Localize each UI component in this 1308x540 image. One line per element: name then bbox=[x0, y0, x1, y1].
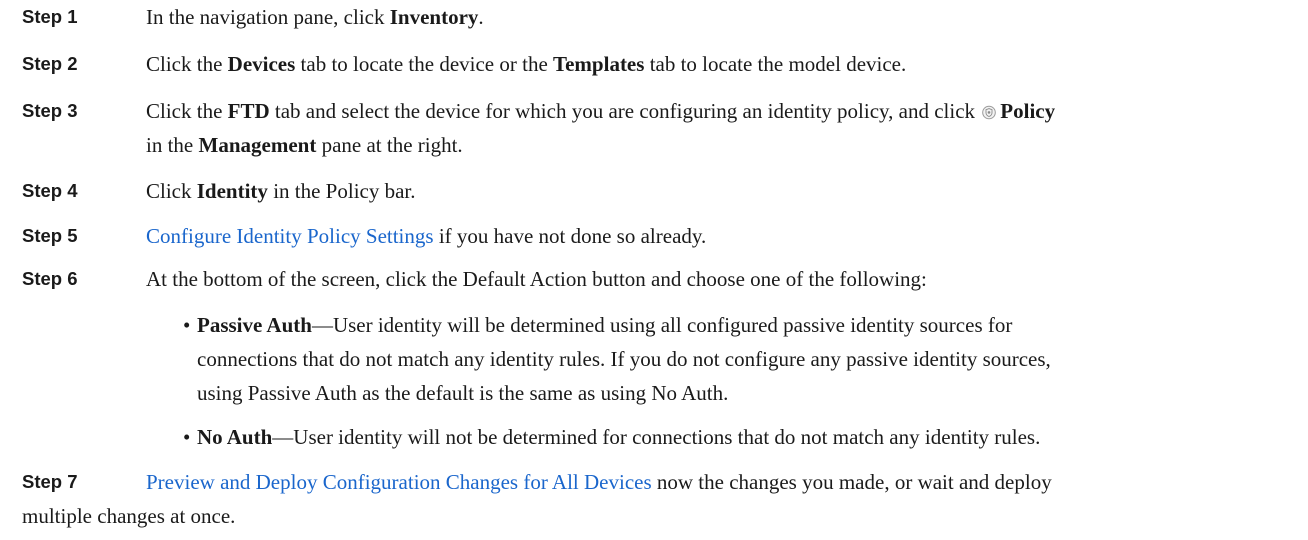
text: At the bottom of the screen, click the D… bbox=[146, 267, 927, 291]
configure-identity-policy-settings-link[interactable]: Configure Identity Policy Settings bbox=[146, 224, 434, 248]
text: connections that do not match any identi… bbox=[197, 347, 1051, 371]
step-7-continuation: multiple changes at once. bbox=[22, 504, 236, 528]
bullet-dot: • bbox=[183, 425, 191, 449]
text: User identity will not be determined for… bbox=[293, 425, 1041, 449]
text: Click the bbox=[146, 99, 228, 123]
text: now the changes you made, or wait and de… bbox=[651, 470, 1052, 494]
text: using Passive Auth as the default is the… bbox=[197, 381, 729, 405]
text: tab to locate the model device. bbox=[644, 52, 907, 76]
text: In the navigation pane, click bbox=[146, 5, 390, 29]
bold-term: Templates bbox=[553, 52, 645, 76]
text: User identity will be determined using a… bbox=[332, 313, 1013, 337]
procedure-page: Step 1 In the navigation pane, click Inv… bbox=[0, 0, 1308, 540]
text: Click bbox=[146, 179, 197, 203]
step-label: Step 1 bbox=[22, 6, 78, 27]
step-text: Click the FTD tab and select the device … bbox=[146, 94, 1296, 162]
dash: — bbox=[272, 425, 294, 449]
shield-icon bbox=[982, 96, 997, 120]
step-text: In the navigation pane, click Inventory. bbox=[146, 0, 1296, 34]
text: if you have not done so already. bbox=[433, 224, 707, 248]
text: tab and select the device for which you … bbox=[269, 99, 981, 123]
bold-term: No Auth bbox=[197, 425, 273, 449]
bold-term: Inventory bbox=[389, 5, 479, 29]
step-label: Step 4 bbox=[22, 180, 78, 201]
bold-term: Passive Auth bbox=[197, 313, 312, 337]
text: pane at the right. bbox=[316, 133, 463, 157]
step-label: Step 2 bbox=[22, 53, 78, 74]
bold-term: Management bbox=[198, 133, 317, 157]
step-text: Click Identity in the Policy bar. bbox=[146, 174, 1296, 208]
step-label: Step 5 bbox=[22, 225, 78, 246]
text: tab to locate the device or the bbox=[295, 52, 554, 76]
step-text: Click the Devices tab to locate the devi… bbox=[146, 47, 1296, 81]
step-label: Step 3 bbox=[22, 100, 78, 121]
list-item-text: Passive Auth—User identity will be deter… bbox=[197, 308, 1293, 410]
step-text: At the bottom of the screen, click the D… bbox=[146, 262, 1296, 296]
step-label: Step 6 bbox=[22, 268, 78, 289]
preview-and-deploy-link[interactable]: Preview and Deploy Configuration Changes… bbox=[146, 470, 652, 494]
text: . bbox=[478, 5, 484, 29]
bold-term: Identity bbox=[196, 179, 268, 203]
bullet-dot: • bbox=[183, 313, 191, 337]
bold-term: FTD bbox=[227, 99, 270, 123]
bold-term: Devices bbox=[227, 52, 296, 76]
text: in the Policy bar. bbox=[267, 179, 416, 203]
text: Click the bbox=[146, 52, 228, 76]
step-text: Preview and Deploy Configuration Changes… bbox=[146, 465, 1296, 499]
text: in the bbox=[146, 133, 199, 157]
bold-term: Policy bbox=[1000, 99, 1056, 123]
list-item-text: No Auth—User identity will not be determ… bbox=[197, 420, 1293, 454]
step-text: Configure Identity Policy Settings if yo… bbox=[146, 219, 1296, 253]
dash: — bbox=[311, 313, 333, 337]
step-label: Step 7 bbox=[22, 471, 78, 492]
